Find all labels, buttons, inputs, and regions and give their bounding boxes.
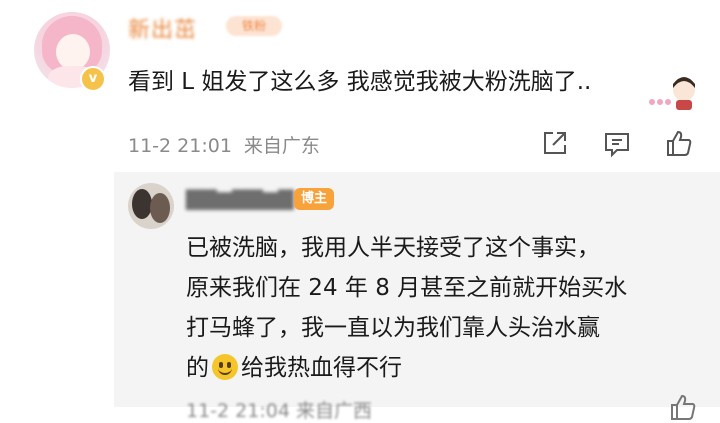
verified-badge-icon: v	[80, 66, 106, 92]
reply-text-fragment: 给我热血得不行	[241, 355, 402, 381]
reply-text-line: 原来我们在 24 年 8 月甚至之前就开始买水	[186, 275, 628, 301]
reply-avatar[interactable]	[128, 183, 174, 229]
comment-icon[interactable]	[602, 128, 632, 158]
comment-card: v 新出茁 铁粉 看到 L 姐发了这么多 我感觉我被大粉洗脑了.. 11-2 2…	[0, 0, 720, 422]
comment-location: 来自广东	[243, 135, 320, 157]
fan-badge: 铁粉	[226, 16, 282, 36]
comment-text: 看到 L 姐发了这么多 我感觉我被大粉洗脑了..	[128, 69, 592, 95]
reply-text-line: 打马蜂了，我一直以为我们靠人头治水赢	[186, 315, 600, 341]
decoration-sticker-icon	[649, 77, 695, 110]
username[interactable]: 新出茁	[128, 12, 197, 43]
reply-meta: 11-2 21:04 来自广西	[186, 400, 372, 422]
share-icon[interactable]	[540, 128, 570, 158]
reply-text-line-last: 的 给我热血得不行	[186, 348, 402, 382]
comment-date: 11-2 21:01	[128, 135, 232, 157]
reply-text-line: 已被洗脑，我用人半天接受了这个事实，	[186, 235, 600, 261]
reply-username[interactable]: ▇▇▆▇▇▆▇	[186, 186, 294, 210]
reply-like-icon[interactable]	[668, 392, 698, 422]
like-icon[interactable]	[664, 128, 694, 158]
smile-emoji-icon	[212, 354, 238, 380]
comment-meta: 11-2 21:01 来自广东	[128, 131, 332, 158]
reply-text-fragment: 的	[186, 355, 209, 381]
author-badge: 博主	[294, 188, 334, 210]
